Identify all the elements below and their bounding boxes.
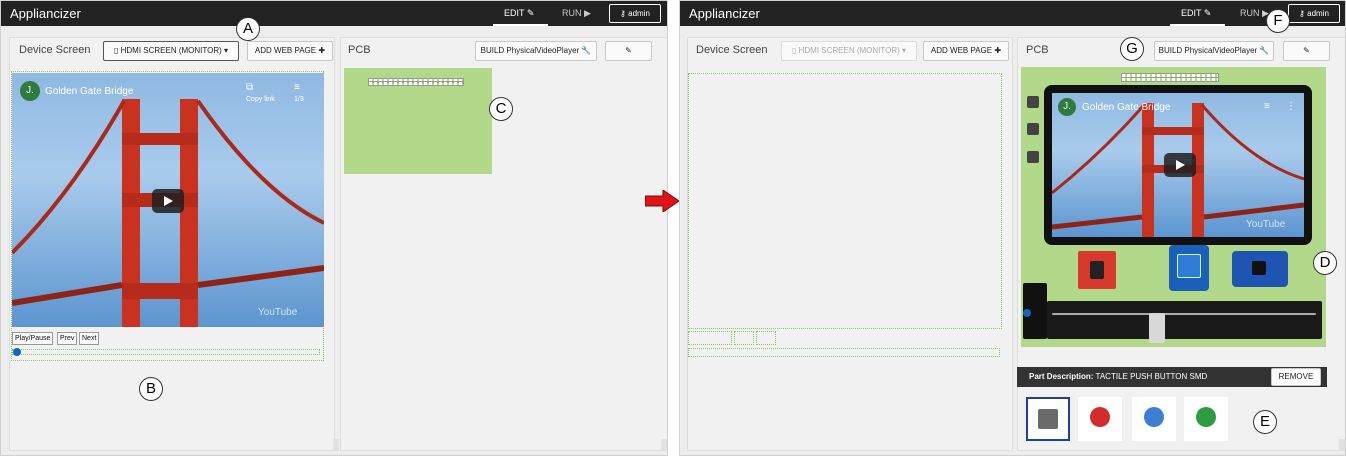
remove-part-button[interactable]: REMOVE — [1271, 368, 1321, 386]
playlist-icon: ≡ — [1264, 101, 1270, 112]
play-icon — [1164, 153, 1196, 177]
channel-avatar: J. — [1058, 98, 1076, 116]
callout-a: A — [236, 17, 260, 41]
next-button[interactable]: Next — [79, 332, 100, 345]
sensor-chip — [1252, 261, 1266, 275]
playlist-icon[interactable]: ≡ — [294, 82, 300, 93]
video-title[interactable]: Golden Gate Bridge — [45, 86, 133, 97]
part-option-tactile[interactable] — [1026, 397, 1070, 441]
screenshot-before: Appliancizer EDIT ✎ RUN ▶ ⚷ admin Device… — [0, 0, 668, 456]
pcb-title: PCB — [348, 44, 371, 56]
motor-driver-chip — [1090, 261, 1104, 279]
top-bar: Appliancizer EDIT ✎ RUN ▶ ⚷ admin — [680, 1, 1345, 26]
blue-button-icon — [1144, 407, 1164, 427]
transition-arrow-icon — [645, 190, 679, 212]
build-button[interactable]: BUILD PhysicalVideoPlayer 🔧 — [475, 41, 597, 61]
add-web-page-button[interactable]: ADD WEB PAGE ✚ — [247, 41, 333, 61]
youtube-logo: YouTube — [258, 307, 298, 318]
control-placeholder — [688, 331, 732, 345]
playlist-count: 1/3 — [294, 96, 304, 103]
callout-d: D — [1313, 251, 1337, 275]
add-web-page-button[interactable]: ADD WEB PAGE ✚ — [923, 41, 1009, 61]
edit-mode-tab[interactable]: EDIT ✎ — [1181, 8, 1211, 19]
prev-button[interactable]: Prev — [57, 332, 78, 345]
more-icon: ⋮ — [1286, 101, 1296, 112]
touch-sensor-pad — [1177, 254, 1201, 278]
copy-link-label: Copy link — [246, 96, 275, 103]
slide-potentiometer-part[interactable] — [1047, 301, 1322, 339]
control-placeholder — [756, 331, 776, 345]
run-mode-tab[interactable]: RUN ▶ — [1240, 8, 1269, 19]
scrollbar[interactable] — [661, 439, 667, 451]
admin-button[interactable]: ⚷ admin — [609, 4, 661, 23]
pcb-header-pins-row2 — [368, 81, 464, 86]
device-screen-title: Device Screen — [19, 44, 91, 56]
screenshot-after: Appliancizer EDIT ✎ RUN ▶ ⚷ admin Device… — [679, 0, 1346, 456]
monitor-video-preview: J. Golden Gate Bridge ≡ ⋮ YouTube — [1052, 93, 1304, 237]
channel-avatar[interactable]: J. — [20, 81, 40, 101]
admin-button[interactable]: ⚷ admin — [1288, 4, 1340, 23]
tactile-button-icon — [1038, 409, 1058, 429]
pcb-header-pins-row2 — [1121, 77, 1219, 82]
screen-select: ▯ HDMI SCREEN (MONITOR) ▾ — [781, 41, 917, 61]
web-page-canvas — [688, 73, 1002, 329]
button-footprint[interactable] — [1027, 123, 1039, 135]
scrollbar[interactable] — [333, 439, 339, 451]
slide-pot-knob[interactable] — [1149, 313, 1165, 343]
slider-placeholder — [688, 348, 1000, 357]
part-option-red[interactable] — [1078, 397, 1122, 441]
button-footprint[interactable] — [1027, 151, 1039, 163]
part-description-value: TACTILE PUSH BUTTON SMD — [1095, 372, 1208, 381]
callout-g: G — [1120, 37, 1144, 61]
device-screen-title: Device Screen — [696, 44, 768, 56]
part-option-green[interactable] — [1184, 397, 1228, 441]
pcb-title: PCB — [1026, 44, 1049, 56]
edit-pcb-button[interactable]: ✎ — [1283, 41, 1330, 61]
slide-pot-track — [1052, 313, 1316, 315]
play-icon[interactable] — [152, 189, 184, 213]
part-option-blue[interactable] — [1132, 397, 1176, 441]
progress-slider[interactable] — [12, 349, 320, 355]
red-button-icon — [1090, 407, 1110, 427]
edit-tab-underline — [493, 24, 548, 26]
top-bar: Appliancizer EDIT ✎ RUN ▶ ⚷ admin — [1, 1, 667, 26]
scrollbar[interactable] — [1339, 439, 1345, 451]
edit-pcb-button[interactable]: ✎ — [605, 41, 652, 61]
screen-select[interactable]: ▯ HDMI SCREEN (MONITOR) ▾ — [103, 41, 239, 61]
run-mode-tab[interactable]: RUN ▶ — [562, 8, 591, 19]
youtube-player[interactable]: J. Golden Gate Bridge ⧉ Copy link ≡ 1/3 … — [12, 73, 324, 327]
build-button[interactable]: BUILD PhysicalVideoPlayer 🔧 — [1154, 41, 1274, 61]
slider-thumb[interactable] — [13, 348, 21, 356]
play-pause-button[interactable]: Play/Pause — [12, 332, 54, 345]
callout-e: E — [1253, 410, 1277, 434]
button-footprint[interactable] — [1027, 96, 1039, 108]
edit-mode-tab[interactable]: EDIT ✎ — [504, 8, 534, 19]
callout-f: F — [1266, 9, 1290, 33]
control-placeholder — [734, 331, 754, 345]
app-logo: Appliancizer — [10, 6, 81, 21]
copy-link-icon[interactable]: ⧉ — [246, 82, 253, 93]
youtube-logo: YouTube — [1246, 219, 1286, 230]
slider-indicator — [1023, 309, 1031, 317]
callout-b: B — [139, 377, 163, 401]
edit-tab-underline — [1170, 24, 1225, 26]
video-title: Golden Gate Bridge — [1082, 102, 1171, 113]
green-button-icon — [1196, 407, 1216, 427]
app-logo: Appliancizer — [689, 6, 760, 21]
callout-c: C — [489, 97, 513, 121]
